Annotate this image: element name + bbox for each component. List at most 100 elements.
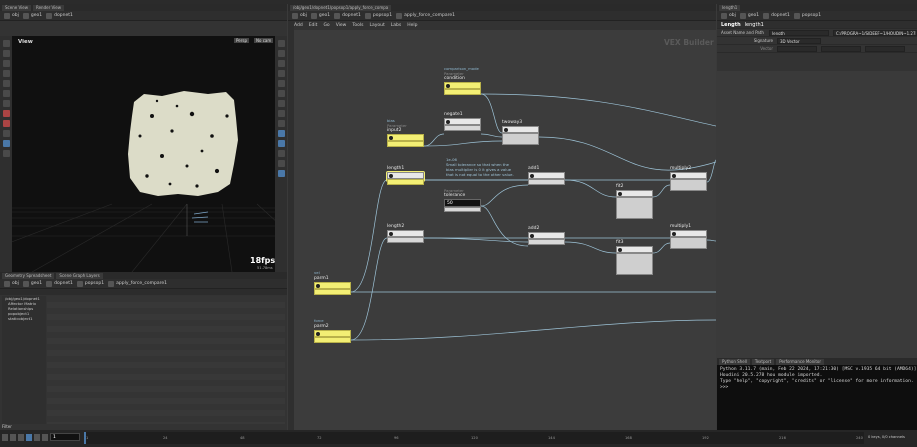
vector-x-field[interactable] (777, 45, 817, 52)
template-icon[interactable] (277, 140, 285, 147)
path-apply-force[interactable]: apply_force_compare1 (108, 280, 167, 287)
path-geo1[interactable]: geo1 (22, 12, 42, 19)
tolerance-node-foot (444, 207, 481, 212)
grid-icon[interactable] (277, 110, 285, 117)
tab-length1[interactable]: length1 (719, 4, 741, 11)
length1-node[interactable] (386, 171, 425, 185)
stop-icon[interactable] (18, 434, 24, 441)
tab-python-shell[interactable]: Python Shell (719, 358, 750, 365)
parm1-node[interactable] (314, 282, 351, 295)
wireframe-icon[interactable] (277, 70, 285, 77)
menu-layout[interactable]: Layout (369, 23, 384, 28)
move-tool-icon[interactable] (2, 50, 10, 57)
scale-tool-icon[interactable] (2, 70, 10, 77)
first-frame-icon[interactable] (2, 434, 8, 441)
tab-scene-graph-layers[interactable]: Scene Graph Layers (56, 272, 103, 279)
tab-network-path[interactable]: /obj/geo1/dopnet1/popsop1/apply_force_co… (290, 4, 392, 11)
view-tool-icon[interactable] (2, 150, 10, 157)
select-tool-icon[interactable] (2, 40, 10, 47)
brush-tool-icon[interactable] (2, 100, 10, 107)
shading-icon[interactable] (277, 60, 285, 67)
tab-render-view[interactable]: Render View (32, 4, 64, 11)
path-geo1[interactable]: geo1 (310, 12, 330, 19)
snap-icon[interactable] (2, 140, 10, 147)
lighting-icon[interactable] (277, 50, 285, 57)
camera-tool-icon[interactable] (2, 130, 10, 137)
handle-tool-icon[interactable] (2, 80, 10, 87)
ghost-icon[interactable] (277, 130, 285, 137)
persp-menu[interactable]: Persp (234, 38, 249, 43)
menu-go[interactable]: Go (323, 23, 329, 28)
vector-y-field[interactable] (821, 45, 861, 52)
frame-field[interactable]: 1 (50, 433, 80, 441)
condition-node[interactable] (444, 82, 481, 95)
path-obj[interactable]: obj (721, 12, 736, 19)
path-apply-force[interactable]: apply_force_compare1 (396, 12, 455, 19)
network-canvas[interactable]: VEX Builder comparison_mode Parameter co… (294, 30, 716, 430)
node-name-label[interactable]: length1 (745, 22, 764, 28)
ground-grid (12, 203, 275, 272)
pose-tool-icon[interactable] (2, 90, 10, 97)
negate1-node[interactable] (444, 118, 481, 131)
filter-label[interactable]: Filter (2, 424, 12, 429)
spreadsheet-table[interactable] (47, 296, 285, 424)
menu-tools[interactable]: Tools (352, 23, 363, 28)
add2-node[interactable] (528, 232, 565, 245)
points-icon[interactable] (277, 80, 285, 87)
console-tabs: Python Shell Textport Performance Monito… (717, 358, 917, 365)
asset-path-field[interactable]: C:/PROGRA~1/SIDEEF~1/HOUDIN~1.278/ho (833, 29, 917, 36)
flip-icon[interactable] (2, 120, 10, 127)
path-dopnet1[interactable]: dopnet1 (334, 12, 361, 19)
python-console[interactable]: Python 3.11.7 (main, Feb 22 2024, 17:21:… (717, 365, 917, 430)
last-frame-icon[interactable] (42, 434, 48, 441)
selection-mask-icon[interactable] (277, 150, 285, 157)
signature-select[interactable]: 3D Vector (777, 37, 821, 44)
subdivision-icon[interactable] (277, 170, 285, 177)
path-geo1[interactable]: geo1 (739, 12, 759, 19)
menu-add[interactable]: Add (294, 23, 303, 28)
keys-status: 0 keys, 0/0 channels (868, 435, 905, 439)
path-obj[interactable]: obj (292, 12, 307, 19)
sticky-note[interactable]: 1e-06 Small tolerance so that when the b… (446, 157, 526, 177)
particle-cloud (128, 91, 238, 196)
length2-node[interactable] (387, 230, 424, 243)
path-popsop1[interactable]: popsop1 (364, 12, 392, 19)
3d-viewport[interactable]: View Persp No cam 18fps 51.78ms (12, 36, 275, 272)
next-frame-icon[interactable] (34, 434, 40, 441)
tab-geometry-spreadsheet[interactable]: Geometry Spreadsheet (2, 272, 55, 279)
timeline-scrubber[interactable]: 1 24 48 72 96 120 144 168 192 216 240 (84, 432, 864, 444)
normals-icon[interactable] (277, 90, 285, 97)
path-dopnet1[interactable]: dopnet1 (46, 12, 73, 19)
camera-menu[interactable]: No cam (254, 38, 274, 43)
tolerance-node[interactable]: 50 (444, 199, 481, 207)
display-option-icon[interactable] (277, 40, 285, 47)
asset-name-field[interactable]: length (769, 29, 829, 36)
prev-frame-icon[interactable] (10, 434, 16, 441)
guides-icon[interactable] (277, 100, 285, 107)
tab-textport[interactable]: Textport (751, 358, 775, 365)
path-obj[interactable]: obj (4, 280, 19, 287)
path-dopnet1[interactable]: dopnet1 (763, 12, 790, 19)
timeline-tick-label: 48 (240, 436, 245, 440)
tree-item-staticobject[interactable]: staticobject1 (2, 316, 46, 321)
record-icon[interactable] (2, 110, 10, 117)
path-popsop1[interactable]: popsop1 (76, 280, 104, 287)
play-icon[interactable] (26, 434, 32, 441)
add1-node[interactable] (528, 172, 565, 185)
path-geo1[interactable]: geo1 (22, 280, 42, 287)
input2-node[interactable] (387, 134, 424, 147)
menu-help[interactable]: Help (407, 23, 417, 28)
tab-performance-monitor[interactable]: Performance Monitor (776, 358, 825, 365)
path-obj[interactable]: obj (4, 12, 19, 19)
path-dopnet1[interactable]: dopnet1 (46, 280, 73, 287)
safe-area-icon[interactable] (277, 120, 285, 127)
menu-view[interactable]: View (336, 23, 347, 28)
tab-scene-view[interactable]: Scene View (2, 4, 31, 11)
rotate-tool-icon[interactable] (2, 60, 10, 67)
visibility-icon[interactable] (277, 160, 285, 167)
menu-labs[interactable]: Labs (391, 23, 401, 28)
vector-z-field[interactable] (865, 45, 905, 52)
path-popsop1[interactable]: popsop1 (793, 12, 821, 19)
parm2-node[interactable] (314, 330, 351, 343)
menu-edit[interactable]: Edit (309, 23, 318, 28)
